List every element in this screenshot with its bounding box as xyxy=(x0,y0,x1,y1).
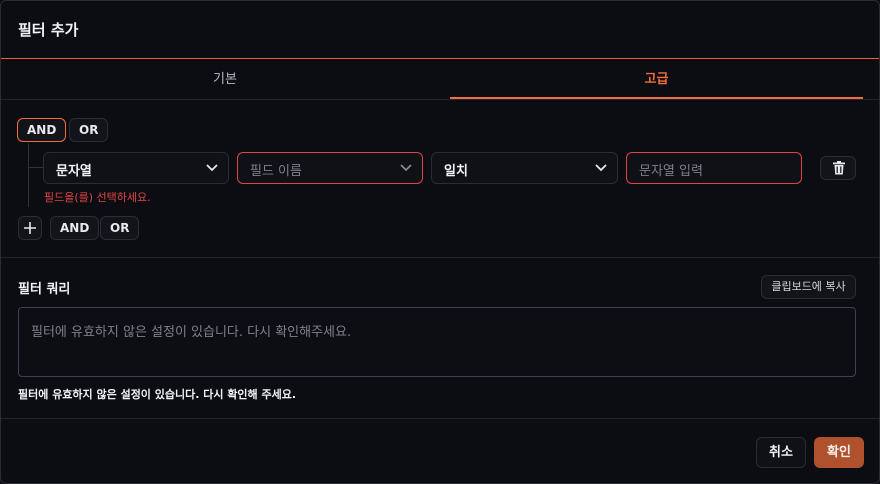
group-or-button[interactable]: OR xyxy=(69,118,109,142)
confirm-button[interactable]: 확인 xyxy=(814,437,864,468)
add-rule-button[interactable] xyxy=(18,216,42,240)
add-or-group-button[interactable]: OR xyxy=(100,216,140,240)
chevron-down-icon xyxy=(595,164,607,172)
cancel-button[interactable]: 취소 xyxy=(756,437,806,468)
tree-branch xyxy=(28,167,43,168)
tab-bar: 기본 고급 xyxy=(1,59,879,100)
query-placeholder: 필터에 유효하지 않은 설정이 있습니다. 다시 확인해주세요. xyxy=(31,325,352,340)
value-input[interactable]: 문자열 입력 xyxy=(626,152,802,184)
type-select-value: 문자열 xyxy=(56,164,92,179)
dialog-title: 필터 추가 xyxy=(18,21,79,39)
tab-basic[interactable]: 기본 xyxy=(1,59,449,99)
chevron-down-icon xyxy=(400,164,412,172)
group-and-button[interactable]: AND xyxy=(17,118,67,142)
copy-to-clipboard-button[interactable]: 클립보드에 복사 xyxy=(761,275,856,299)
query-validation-message: 필터에 유효하지 않은 설정이 있습니다. 다시 확인해 주세요. xyxy=(18,388,297,401)
query-textarea[interactable]: 필터에 유효하지 않은 설정이 있습니다. 다시 확인해주세요. xyxy=(18,307,856,377)
query-section-title: 필터 쿼리 xyxy=(18,282,71,297)
tree-line xyxy=(28,143,29,207)
value-input-placeholder: 문자열 입력 xyxy=(639,164,703,179)
chevron-down-icon xyxy=(206,164,218,172)
tab-advanced[interactable]: 고급 xyxy=(450,59,863,99)
delete-rule-button[interactable] xyxy=(820,156,856,180)
footer-divider xyxy=(1,418,879,419)
operator-select[interactable]: 일치 xyxy=(431,152,618,184)
dialog-header: 필터 추가 xyxy=(1,1,879,59)
add-filter-dialog: 필터 추가 기본 고급 AND OR 문자열 필드 이름 일치 문자열 입력 필… xyxy=(0,0,880,484)
field-select-placeholder: 필드 이름 xyxy=(250,164,302,179)
plus-icon xyxy=(24,222,36,234)
add-and-group-button[interactable]: AND xyxy=(50,216,100,240)
trash-icon xyxy=(833,161,845,175)
section-divider xyxy=(1,257,879,258)
operator-select-value: 일치 xyxy=(444,164,468,179)
type-select[interactable]: 문자열 xyxy=(43,152,229,184)
field-select[interactable]: 필드 이름 xyxy=(237,152,423,184)
field-error-message: 필드을(를) 선택하세요. xyxy=(44,191,151,204)
